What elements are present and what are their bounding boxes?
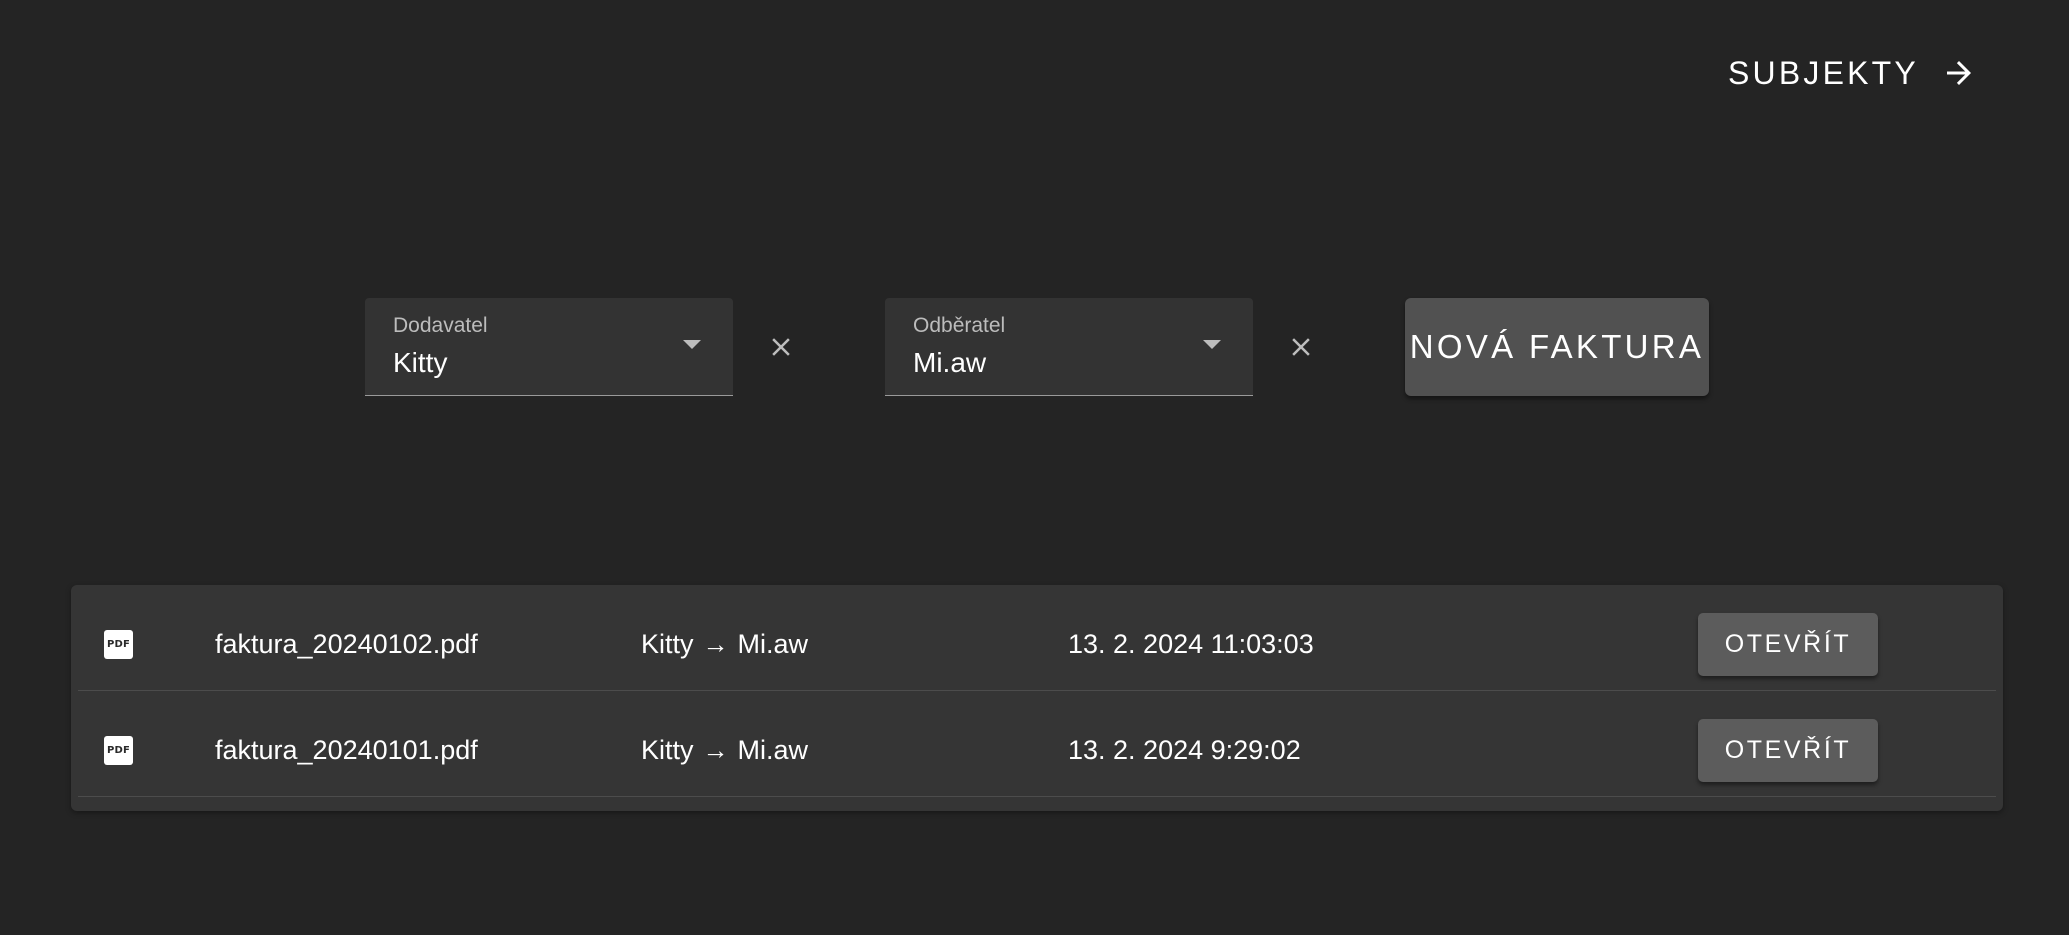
close-icon [772,338,790,356]
subjects-nav-link[interactable]: SUBJEKTY [1728,42,1977,104]
chevron-down-icon [1203,340,1221,349]
invoice-row: PDF faktura_20240102.pdf Kitty → Mi.aw 13.… [78,585,1996,691]
chevron-down-icon [683,340,701,349]
customer-select-label: Odběratel [913,314,1006,337]
open-invoice-button[interactable]: OTEVŘÍT [1698,613,1878,676]
pdf-icon: PDF [104,736,133,765]
supplier-select-value: Kitty [393,347,448,378]
arrow-icon: → [702,629,729,659]
customer-select-value: Mi.aw [913,347,987,378]
invoice-file-name: faktura_20240101.pdf [215,735,478,765]
subjects-nav-label: SUBJEKTY [1728,54,1919,91]
open-invoice-button[interactable]: OTEVŘÍT [1698,719,1878,782]
supplier-clear-button[interactable] [756,322,806,372]
invoice-supplier: Kitty [641,629,694,659]
invoice-created-date: 13. 2. 2024 9:29:02 [1068,735,1301,765]
invoice-list: PDF faktura_20240102.pdf Kitty → Mi.aw 13.… [71,585,2003,811]
close-icon [1292,338,1310,356]
invoice-customer: Mi.aw [737,735,809,765]
invoice-supplier: Kitty [641,735,694,765]
customer-select[interactable]: Odběratel Mi.aw [885,298,1253,396]
invoice-created-date: 13. 2. 2024 11:03:03 [1068,629,1314,659]
invoice-customer: Mi.aw [737,629,809,659]
supplier-select[interactable]: Dodavatel Kitty [365,298,733,396]
customer-clear-button[interactable] [1276,322,1326,372]
supplier-select-label: Dodavatel [393,314,488,337]
invoice-parties: Kitty → Mi.aw [641,629,808,660]
invoice-parties: Kitty → Mi.aw [641,735,808,766]
invoice-file-name: faktura_20240102.pdf [215,629,478,659]
pdf-icon: PDF [104,630,133,659]
new-invoice-button[interactable]: NOVÁ FAKTURA [1405,298,1709,396]
arrow-icon: → [702,735,729,765]
arrow-right-icon [1941,55,1977,91]
invoice-row: PDF faktura_20240101.pdf Kitty → Mi.aw 13.… [78,691,1996,797]
